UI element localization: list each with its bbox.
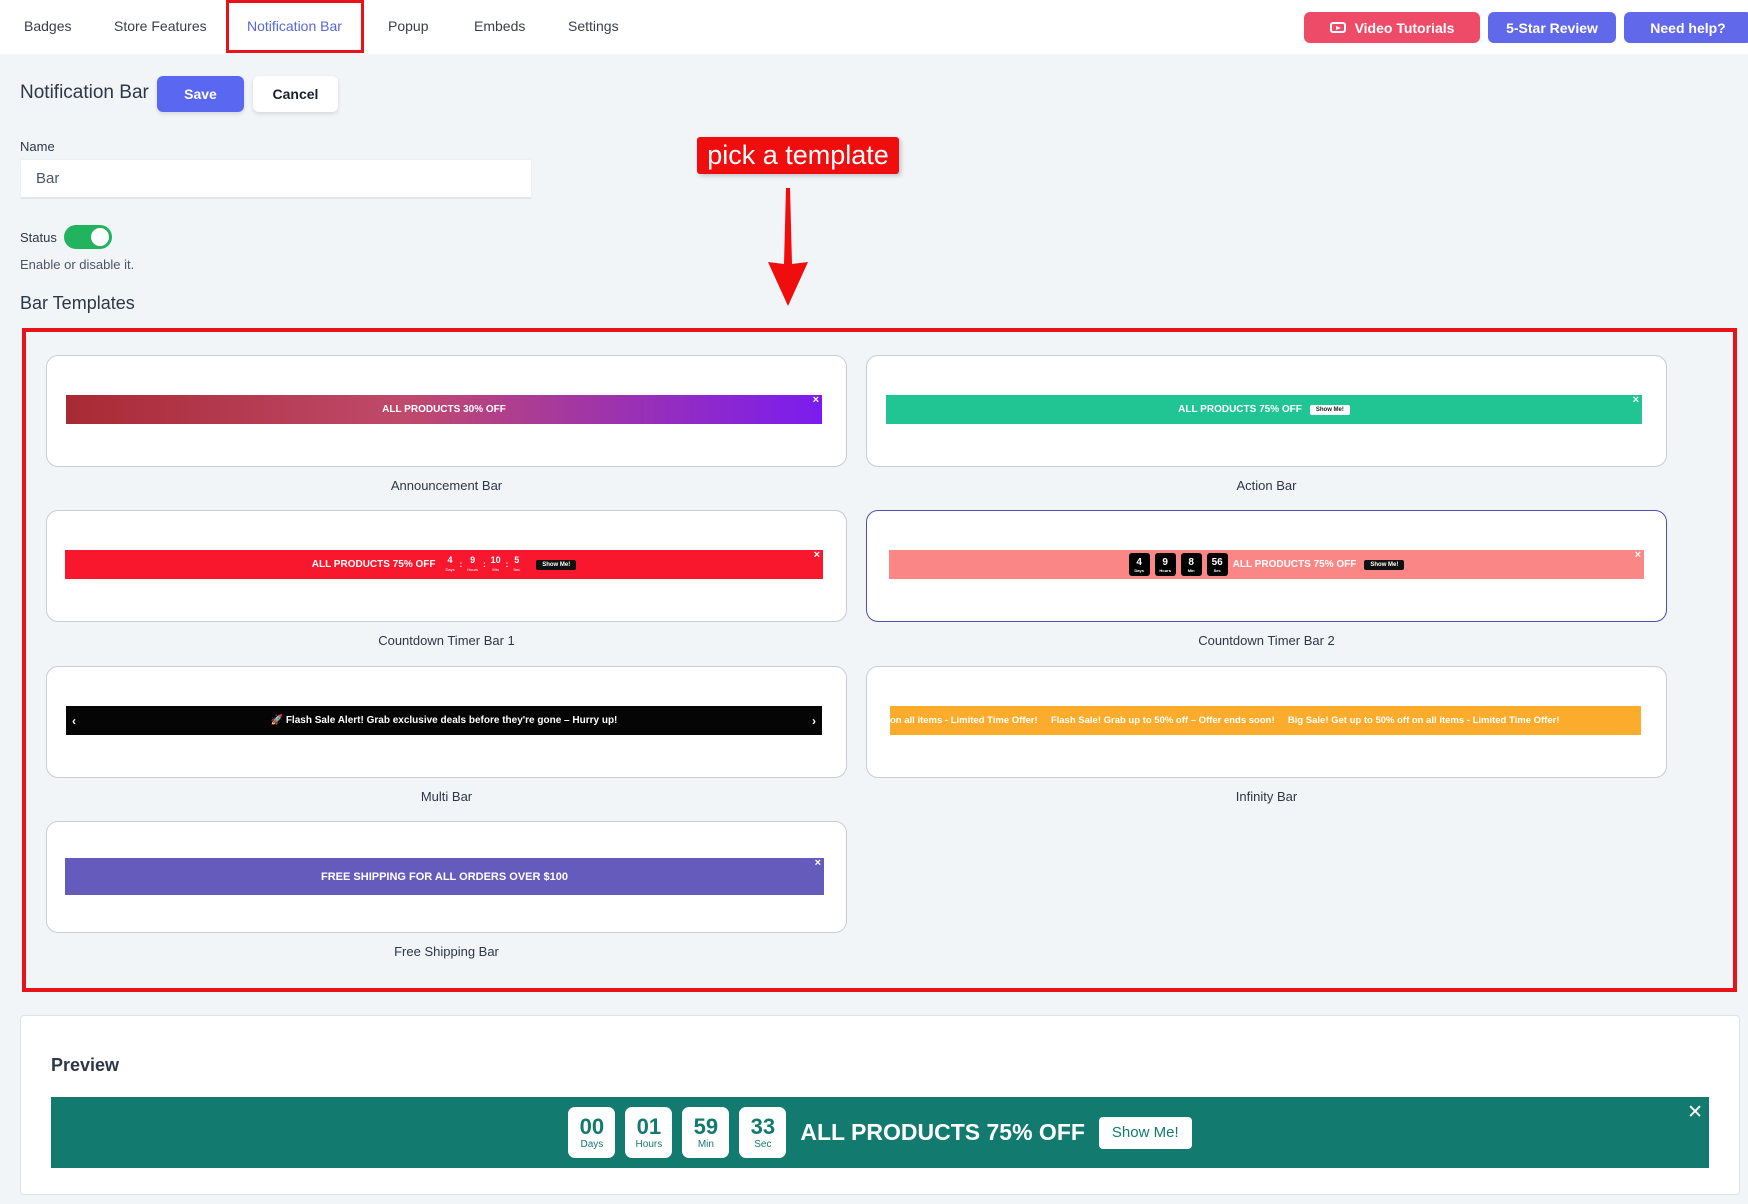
timer-minutes: 10 Min: [490, 554, 501, 572]
countdown-bar-2-preview: 4 Days 9 Hours 8 Min 56 Sec ALL PRODUCTS 75%…: [889, 550, 1644, 579]
template-card-action[interactable]: ALL PRODUCTS 75% OFF Show Me! ×: [866, 355, 1667, 467]
name-input[interactable]: [20, 159, 532, 199]
video-tutorials-label: Video Tutorials: [1354, 19, 1455, 36]
template-name: Multi Bar: [420, 789, 473, 804]
free-shipping-bar-text: FREE SHIPPING FOR ALL ORDERS OVER $100: [321, 870, 568, 883]
countdown-bar-1-text: ALL PRODUCTS 75% OFF: [311, 559, 436, 570]
preview-show-me-button[interactable]: Show Me!: [1098, 1116, 1192, 1149]
show-me-button: Show Me!: [1364, 559, 1405, 570]
toggle-knob: [91, 228, 109, 246]
timer-days: 4 Days: [445, 554, 455, 572]
close-icon: ×: [1634, 549, 1641, 561]
template-name: Free Shipping Bar: [394, 944, 499, 959]
close-icon: ×: [812, 394, 819, 406]
annotation-arrow-icon: [768, 188, 808, 306]
video-tutorials-button[interactable]: Video Tutorials: [1304, 12, 1480, 43]
tab-popup[interactable]: Popup: [388, 0, 428, 54]
close-icon: ×: [813, 549, 820, 561]
action-bar-preview: ALL PRODUCTS 75% OFF Show Me! ×: [886, 395, 1642, 424]
template-card-announcement[interactable]: ALL PRODUCTS 30% OFF ×: [46, 355, 847, 467]
timer-hours: 9 Hours: [1154, 553, 1176, 576]
preview-timer-minutes: 59 Min: [682, 1107, 730, 1158]
close-icon: ×: [814, 857, 821, 869]
status-toggle[interactable]: [64, 225, 112, 249]
template-card-countdown-1[interactable]: ALL PRODUCTS 75% OFF 4 Days : 9 Hours : 10…: [46, 510, 847, 622]
multi-bar-preview: ‹ 🚀 Flash Sale Alert! Grab exclusive dea…: [66, 706, 822, 735]
template-name: Infinity Bar: [1235, 789, 1298, 804]
template-card-infinity[interactable]: on all items - Limited Time Offer! Flash…: [866, 666, 1667, 778]
infinity-bar-text: on all items - Limited Time Offer! Flash…: [890, 715, 1560, 726]
countdown-bar-2-text: ALL PRODUCTS 75% OFF: [1232, 559, 1357, 570]
announcement-bar-preview: ALL PRODUCTS 30% OFF ×: [66, 395, 822, 424]
timer-hours: 9 Hours: [467, 554, 478, 572]
template-name: Announcement Bar: [390, 478, 503, 493]
free-shipping-bar-preview: FREE SHIPPING FOR ALL ORDERS OVER $100 ×: [65, 858, 824, 895]
status-help-text: Enable or disable it.: [20, 257, 135, 272]
need-help-button[interactable]: Need help?: [1624, 12, 1748, 43]
template-name: Countdown Timer Bar 2: [1198, 633, 1335, 648]
annotation-label: pick a template: [697, 137, 899, 174]
tab-store-features[interactable]: Store Features: [114, 0, 207, 54]
tab-badges[interactable]: Badges: [24, 0, 71, 54]
timer-days: 4 Days: [1128, 553, 1150, 576]
preview-timer-seconds: 33 Sec: [739, 1107, 787, 1158]
preview-bar: 00 Days 01 Hours 59 Min 33 Sec ALL PRODUCTS …: [51, 1097, 1709, 1168]
preview-title: Preview: [51, 1055, 120, 1075]
template-name: Action Bar: [1236, 478, 1297, 493]
cancel-button[interactable]: Cancel: [253, 76, 338, 112]
annotation-highlight-tab: [226, 0, 364, 53]
status-label: Status: [20, 230, 57, 245]
top-nav: Badges Store Features Notification Bar P…: [0, 0, 1748, 54]
bar-templates-title: Bar Templates: [20, 293, 135, 313]
infinity-bar-preview: on all items - Limited Time Offer! Flash…: [890, 706, 1641, 735]
play-icon: [1329, 22, 1346, 33]
name-label: Name: [20, 139, 55, 154]
template-card-countdown-2[interactable]: 4 Days 9 Hours 8 Min 56 Sec ALL PRODUCTS 75%…: [866, 510, 1667, 622]
template-name: Countdown Timer Bar 1: [378, 633, 515, 648]
countdown-bar-1-preview: ALL PRODUCTS 75% OFF 4 Days : 9 Hours : 10…: [65, 550, 823, 579]
tab-settings[interactable]: Settings: [568, 0, 619, 54]
show-me-button: Show Me!: [1309, 404, 1350, 415]
preview-timer-days: 00 Days: [568, 1107, 616, 1158]
close-icon: ×: [1632, 394, 1639, 406]
timer-minutes: 8 Min: [1180, 553, 1202, 576]
preview-bar-text: ALL PRODUCTS 75% OFF: [800, 1119, 1085, 1145]
announcement-bar-text: ALL PRODUCTS 30% OFF: [382, 404, 506, 415]
tab-embeds[interactable]: Embeds: [474, 0, 525, 54]
preview-timer-hours: 01 Hours: [625, 1107, 673, 1158]
multi-bar-text: 🚀 Flash Sale Alert! Grab exclusive deals…: [270, 715, 618, 726]
timer-seconds: 56 Sec: [1206, 553, 1228, 576]
close-icon[interactable]: ✕: [1687, 1101, 1703, 1124]
chevron-right-icon: ›: [812, 713, 816, 728]
template-card-free-shipping[interactable]: FREE SHIPPING FOR ALL ORDERS OVER $100 ×: [46, 821, 847, 933]
template-card-multi[interactable]: ‹ 🚀 Flash Sale Alert! Grab exclusive dea…: [46, 666, 847, 778]
five-star-review-button[interactable]: 5-Star Review: [1488, 12, 1616, 43]
timer-seconds: 5 Sec: [513, 554, 521, 572]
action-bar-text: ALL PRODUCTS 75% OFF: [1178, 404, 1302, 415]
page-title: Notification Bar: [20, 82, 149, 103]
chevron-left-icon: ‹: [72, 713, 76, 728]
save-button[interactable]: Save: [157, 76, 244, 112]
show-me-button: Show Me!: [536, 559, 577, 570]
